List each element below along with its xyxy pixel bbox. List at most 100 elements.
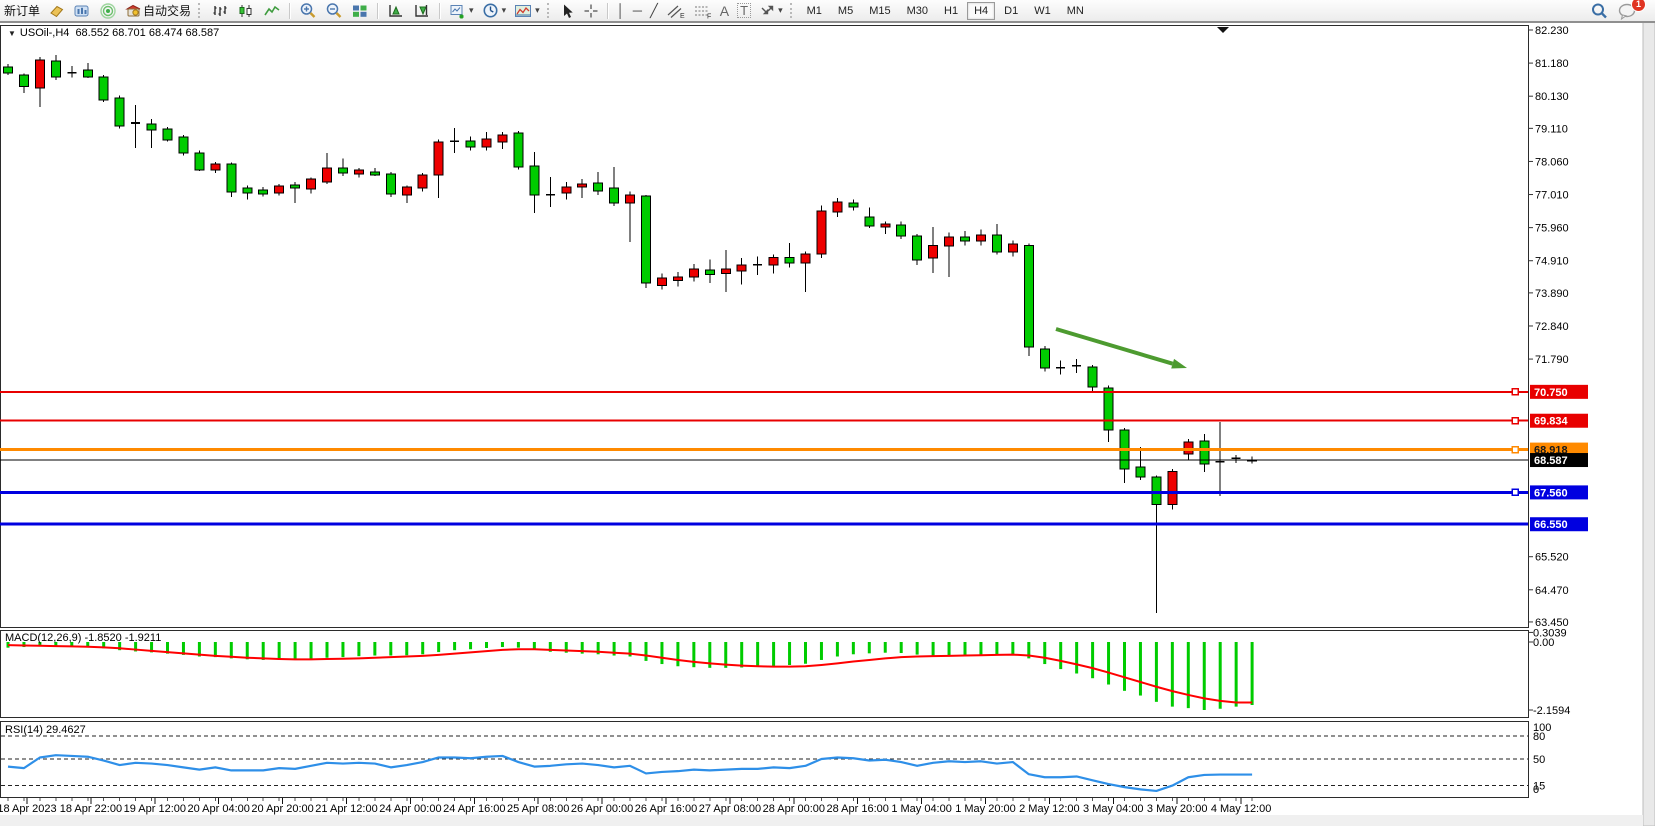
level-price-label: 66.550	[1534, 519, 1568, 531]
bull-candle	[801, 254, 810, 263]
time-axis-label: 1 May 04:00	[891, 803, 952, 815]
timeframe-button-W1[interactable]: W1	[1027, 2, 1058, 20]
bull-candle	[721, 269, 730, 273]
line-endpoint-marker	[1512, 418, 1518, 424]
bear-candle	[83, 70, 92, 77]
timeframe-button-H1[interactable]: H1	[937, 2, 965, 20]
new-order-button[interactable]: 新订单	[1, 1, 43, 21]
window-scroll-strip	[1643, 22, 1655, 826]
svg-text:E: E	[680, 13, 685, 19]
time-axis-label: 19 Apr 12:00	[124, 803, 186, 815]
bear-candle	[992, 235, 1001, 252]
time-axis-label: 18 Apr 2023	[0, 803, 57, 815]
time-axis-label: 4 May 12:00	[1211, 803, 1272, 815]
channel-tool-button[interactable]: E	[663, 1, 688, 21]
timeframe-button-M1[interactable]: M1	[800, 2, 829, 20]
horizontal-line-tool-button[interactable]: ─	[630, 1, 645, 21]
rsi-indicator-label: RSI(14) 29.4627	[5, 724, 86, 736]
template-chart-icon	[514, 3, 533, 19]
price-axis[interactable]: 82.23081.18080.13079.11078.06077.01075.9…	[1528, 25, 1588, 629]
rsi-axis-label: 80	[1533, 731, 1545, 743]
dropdown-arrow-icon: ▾	[502, 6, 507, 15]
bear-candle	[259, 190, 268, 194]
macd-indicator-label: MACD(12,26,9) -1.8520 -1.9211	[5, 632, 161, 644]
bull-candle	[211, 164, 220, 170]
fibonacci-tool-button[interactable]: F	[690, 1, 715, 21]
crosshair-tool-button[interactable]	[580, 1, 602, 21]
auto-scroll-icon	[413, 3, 431, 19]
timeframe-button-D1[interactable]: D1	[997, 2, 1025, 20]
candlestick-type-button[interactable]	[234, 1, 258, 21]
candlestick-icon	[237, 3, 255, 19]
macd-signal-line	[8, 645, 1252, 702]
timeframe-toolbar: M1M5M15M30H1H4D1W1MN	[799, 2, 1092, 20]
bear-candle	[179, 137, 188, 153]
bull-candle	[737, 265, 746, 271]
bear-candle	[195, 153, 204, 170]
zoom-out-button[interactable]	[322, 1, 346, 21]
trend-arrow-head	[1171, 359, 1187, 369]
bull-candle	[434, 142, 443, 175]
bull-candle	[1184, 442, 1193, 454]
chart-canvas[interactable]: 82.23081.18080.13079.11078.06077.01075.9…	[0, 0, 1655, 826]
tile-windows-button[interactable]	[348, 1, 372, 21]
cursor-icon	[560, 3, 575, 19]
timeframe-button-M15[interactable]: M15	[862, 2, 897, 20]
search-button[interactable]	[1587, 1, 1612, 21]
time-axis-label: 21 Apr 12:00	[315, 803, 377, 815]
text-tool-button[interactable]: A	[717, 1, 732, 21]
bar-chart-type-button[interactable]	[208, 1, 232, 21]
line-chart-icon	[263, 3, 281, 19]
toolbar-separator	[289, 3, 291, 19]
bear-candle	[466, 141, 475, 147]
macd-axis-label: 0.00	[1533, 637, 1554, 649]
price-tick-label: 80.130	[1535, 91, 1569, 103]
text-label-tool-button[interactable]: T	[734, 1, 754, 21]
bear-candle	[147, 124, 156, 130]
time-axis-label: 25 Apr 08:00	[507, 803, 569, 815]
periodicity-button[interactable]: ▾	[479, 1, 510, 21]
chart-title[interactable]: ▼USOil-,H468.552 68.701 68.474 68.587	[8, 27, 219, 39]
bull-candle	[498, 135, 507, 142]
bull-candle	[418, 175, 427, 188]
dropdown-arrow-icon: ▾	[778, 6, 783, 15]
bear-candle	[1040, 349, 1049, 368]
time-axis[interactable]: 18 Apr 202318 Apr 22:0019 Apr 12:0020 Ap…	[0, 798, 1271, 815]
chart-shift-button[interactable]	[384, 1, 408, 21]
bull-candle	[929, 245, 938, 258]
signal-button[interactable]	[96, 1, 120, 21]
crosshair-icon	[583, 3, 599, 19]
bear-candle	[530, 166, 539, 195]
auto-scroll-button[interactable]	[410, 1, 434, 21]
vertical-line-icon: │	[617, 4, 625, 17]
chart-dropdown-icon[interactable]: ▼	[8, 29, 16, 38]
notifications-button[interactable]: 1	[1614, 1, 1640, 21]
dropdown-arrow-icon: ▾	[469, 6, 474, 15]
zoom-in-button[interactable]	[296, 1, 320, 21]
add-indicator-button[interactable]: ▾	[446, 1, 477, 21]
tag-button[interactable]	[45, 1, 68, 21]
arrow-objects-icon	[759, 3, 776, 19]
arrows-tool-button[interactable]: ▾	[756, 1, 786, 21]
timeframe-button-H4[interactable]: H4	[967, 2, 995, 20]
templates-button[interactable]: ▾	[511, 1, 543, 21]
svg-text:F: F	[707, 13, 711, 19]
line-chart-type-button[interactable]	[260, 1, 284, 21]
timeframe-button-MN[interactable]: MN	[1060, 2, 1091, 20]
cursor-tool-button[interactable]	[557, 1, 578, 21]
bear-candle	[4, 67, 13, 73]
auto-trading-button[interactable]: 自动交易	[122, 1, 194, 21]
timeframe-button-M5[interactable]: M5	[831, 2, 860, 20]
bear-candle	[1136, 467, 1145, 477]
trendline-tool-button[interactable]: ╱	[647, 1, 661, 21]
equidistant-channel-icon: E	[666, 3, 685, 19]
accounts-button[interactable]	[70, 1, 94, 21]
vertical-line-tool-button[interactable]: │	[614, 1, 628, 21]
price-tick-label: 73.890	[1535, 288, 1569, 300]
bear-candle	[386, 174, 395, 194]
bear-candle	[163, 129, 172, 140]
bear-candle	[913, 236, 922, 260]
timeframe-button-M30[interactable]: M30	[900, 2, 935, 20]
new-order-label: 新订单	[4, 2, 40, 19]
auto-trading-label: 自动交易	[143, 2, 191, 19]
